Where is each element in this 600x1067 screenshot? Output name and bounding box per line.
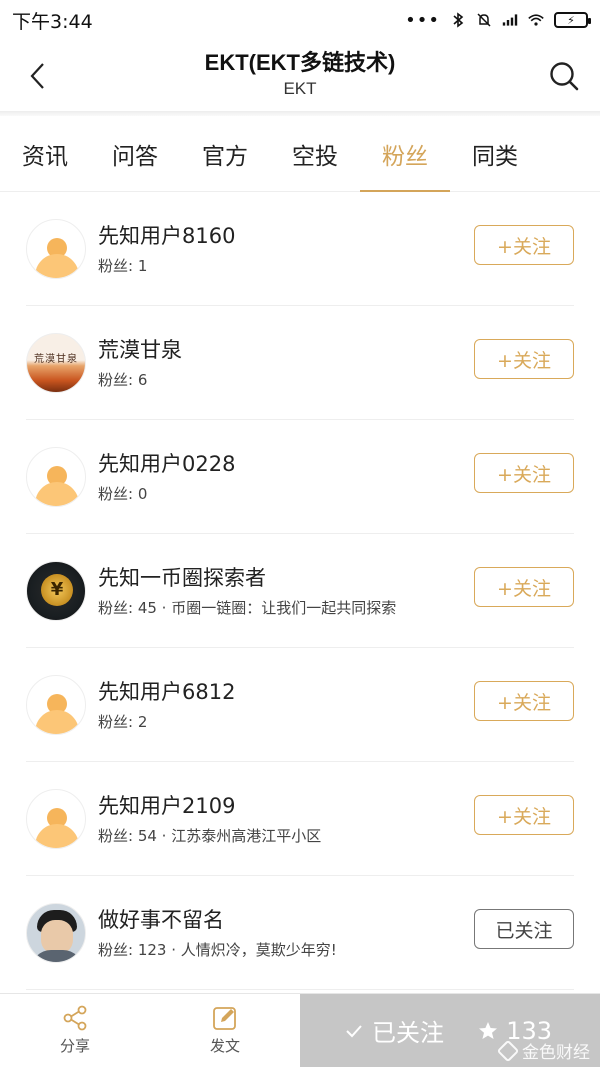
edit-icon (213, 1007, 236, 1030)
watermark: 金色财经 (496, 1038, 590, 1063)
bottom-bar: 分享 发文 已关注 133 金色财经 (0, 993, 600, 1067)
search-icon (550, 62, 579, 91)
list-item[interactable]: 先知用户6812 粉丝: 2 +关注 (26, 648, 574, 762)
mute-bell-icon (477, 13, 491, 27)
status-time: 下午3:44 (12, 10, 93, 33)
tab-official[interactable]: 官方 (180, 116, 270, 191)
title-block: EKT(EKT多链技术) EKT (0, 48, 600, 100)
page-subtitle: EKT (283, 79, 317, 98)
tab-fans[interactable]: 粉丝 (360, 116, 450, 192)
more-dots-icon: ••• (405, 9, 440, 31)
post-button[interactable]: 发文 (150, 994, 300, 1067)
follow-button[interactable]: +关注 (474, 681, 574, 721)
jinse-logo-icon (496, 1039, 520, 1062)
share-button[interactable]: 分享 (0, 994, 150, 1067)
bluetooth-icon (453, 12, 464, 28)
share-icon (63, 1005, 87, 1031)
tab-bar: 资讯 问答 官方 空投 粉丝 同类 (0, 116, 600, 192)
default-avatar-icon[interactable] (26, 446, 86, 507)
star-icon (479, 1021, 498, 1039)
followed-button[interactable]: 已关注 (474, 909, 574, 949)
follow-button[interactable]: +关注 (474, 567, 574, 607)
status-bar: 下午3:44 ••• ⚡ (0, 0, 600, 40)
status-icons: ••• ⚡ (405, 9, 591, 31)
battery-charge-icon: ⚡ (567, 13, 575, 27)
follow-button[interactable]: +关注 (474, 453, 574, 493)
list-item[interactable]: 荒漠甘泉 荒漠甘泉 粉丝: 6 +关注 (26, 306, 574, 420)
list-item[interactable]: 先知用户2109 粉丝: 54 · 江苏泰州高港江平小区 +关注 (26, 762, 574, 876)
post-label: 发文 (209, 1037, 240, 1055)
yuan-coin-icon: ¥ (41, 573, 73, 606)
list-item[interactable]: 先知用户0228 粉丝: 0 +关注 (26, 420, 574, 534)
default-avatar-icon[interactable] (26, 788, 86, 849)
nav-header: EKT(EKT多链技术) EKT (0, 40, 600, 112)
watermark-text: 金色财经 (522, 1043, 590, 1063)
follow-button[interactable]: +关注 (474, 339, 574, 379)
coin-avatar[interactable]: ¥ (26, 560, 86, 621)
tab-similar[interactable]: 同类 (450, 116, 540, 191)
tab-news[interactable]: 资讯 (0, 116, 90, 191)
default-avatar-icon[interactable] (26, 218, 86, 279)
boy-photo-avatar[interactable] (26, 902, 86, 963)
tab-qa[interactable]: 问答 (90, 116, 180, 191)
tab-airdrop[interactable]: 空投 (270, 116, 360, 191)
avatar-text: 荒漠甘泉 (34, 353, 78, 365)
search-button[interactable] (548, 60, 580, 92)
share-label: 分享 (59, 1037, 90, 1055)
page-title: EKT(EKT多链技术) (204, 50, 396, 75)
list-item[interactable]: 先知用户8160 粉丝: 1 +关注 (26, 192, 574, 306)
wifi-icon (528, 14, 544, 26)
followed-status-label: 已关注 (372, 1019, 444, 1047)
signal-icon (502, 14, 518, 26)
battery-icon: ⚡ (554, 12, 591, 28)
list-item[interactable]: 做好事不留名 粉丝: 123 · 人情炽冷，莫欺少年穷! 已关注 (26, 876, 574, 990)
follow-button[interactable]: +关注 (474, 795, 574, 835)
fans-list: 先知用户8160 粉丝: 1 +关注 荒漠甘泉 荒漠甘泉 粉丝: 6 +关注 先… (0, 192, 600, 990)
default-avatar-icon[interactable] (26, 674, 86, 735)
desert-spring-avatar[interactable]: 荒漠甘泉 (26, 332, 86, 393)
list-item[interactable]: ¥ 先知一币圈探索者 粉丝: 45 · 币圈一链圈：让我们一起共同探索 +关注 (26, 534, 574, 648)
follow-button[interactable]: +关注 (474, 225, 574, 265)
checkmark-icon (346, 1024, 362, 1037)
